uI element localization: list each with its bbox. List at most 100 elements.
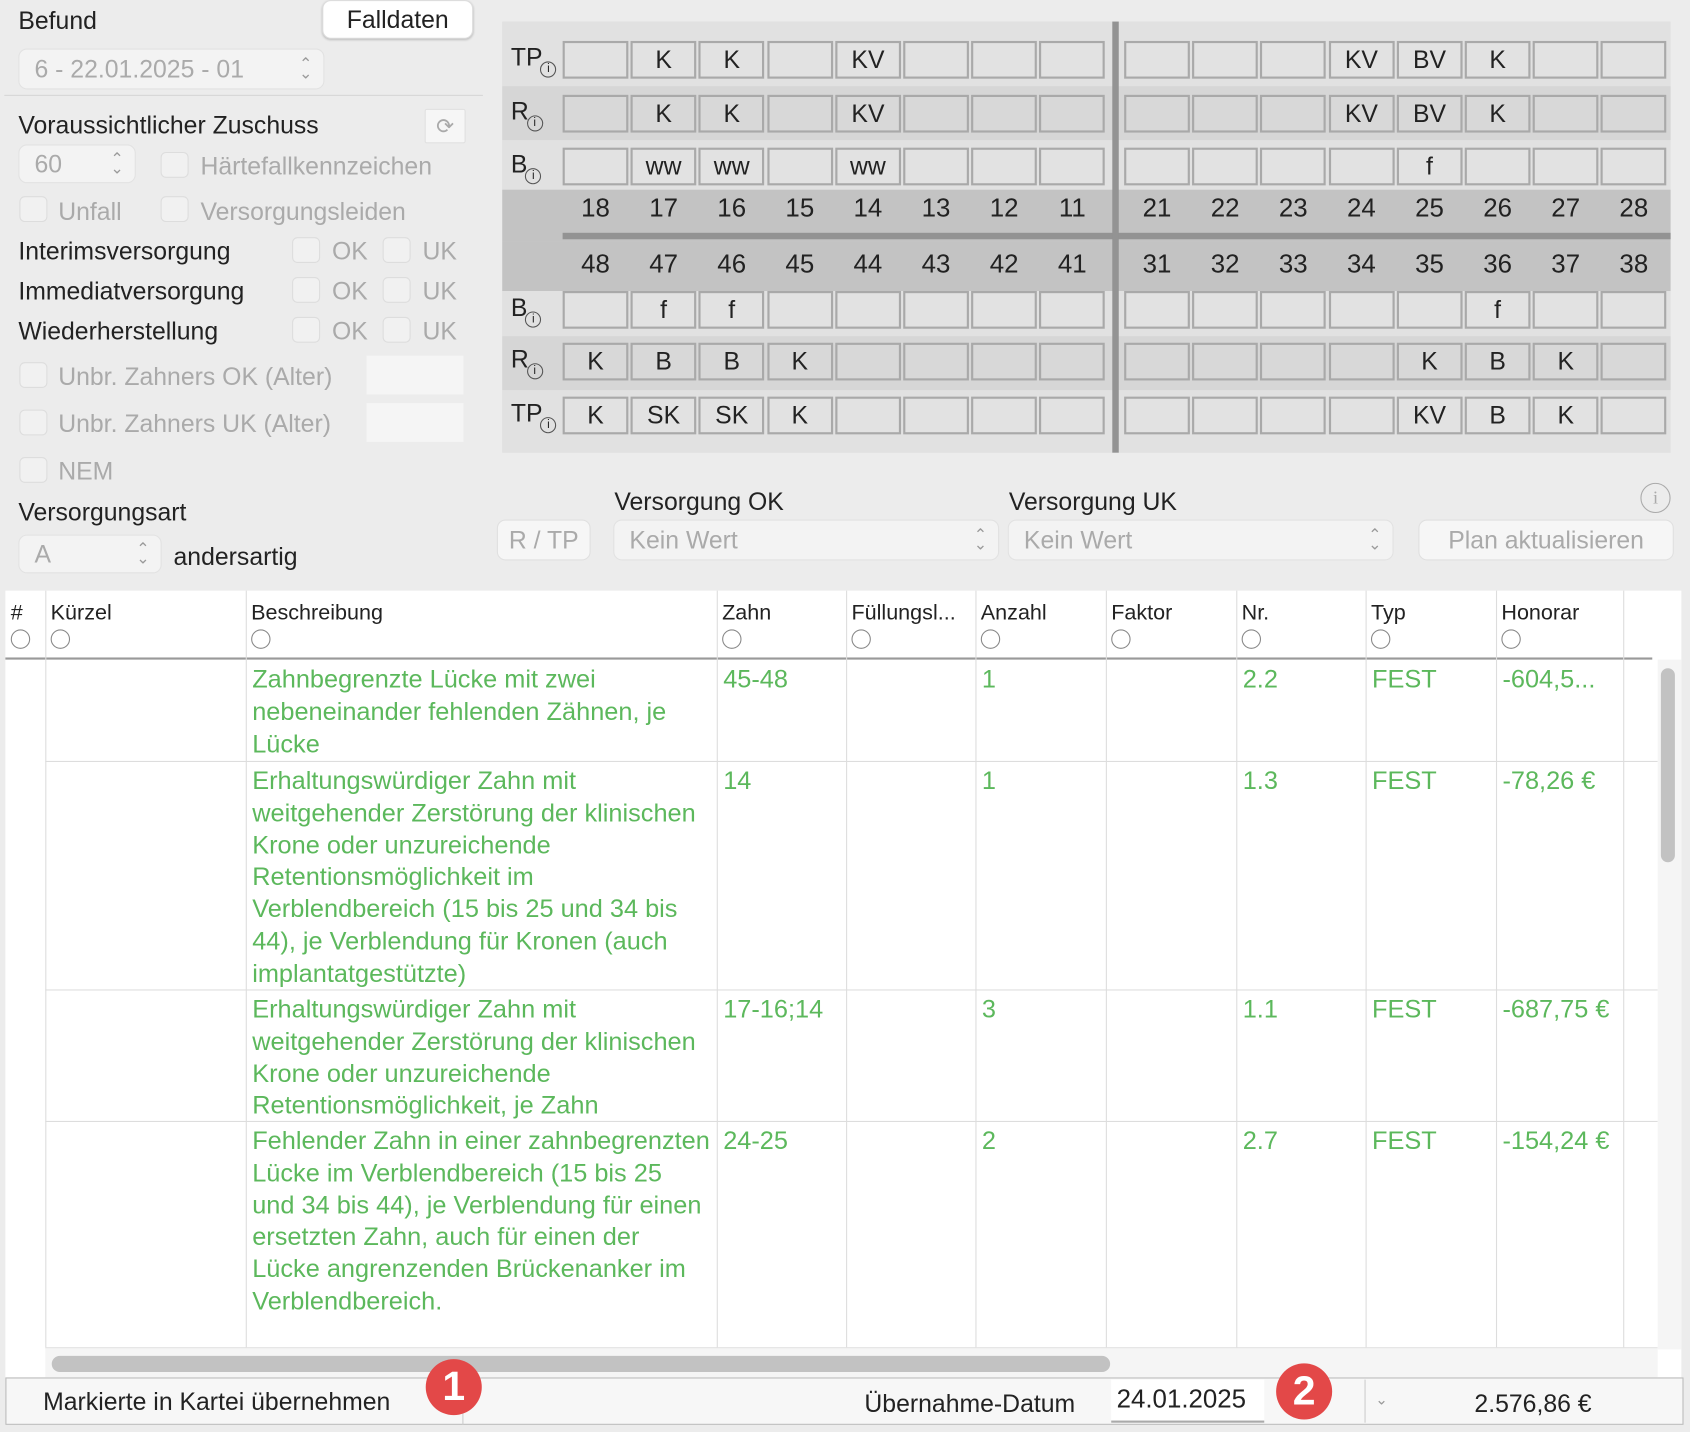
tooth-cell[interactable] [1260, 94, 1327, 133]
unfall-checkbox[interactable] [19, 196, 48, 223]
tooth-cell[interactable]: f [1396, 147, 1463, 186]
tooth-cell[interactable] [971, 291, 1038, 329]
tooth-cell[interactable]: ww [835, 147, 901, 186]
tooth-cell[interactable] [1464, 147, 1531, 186]
tooth-cell[interactable]: f [698, 291, 765, 329]
tooth-cell[interactable]: f [1464, 291, 1531, 329]
datum-input[interactable]: 24.01.2025 [1111, 1379, 1265, 1423]
tooth-cell[interactable] [1260, 342, 1327, 381]
versorgung-ok-select[interactable]: Kein Wert ⌃ ⌄ [613, 519, 1000, 561]
column-radio[interactable] [980, 629, 1001, 649]
info-icon[interactable]: i [540, 61, 557, 78]
tooth-cell[interactable]: B [630, 342, 697, 381]
tooth-cell[interactable] [766, 94, 833, 133]
tooth-cell[interactable]: K [1396, 342, 1463, 381]
tooth-cell[interactable] [1600, 147, 1667, 186]
tooth-cell[interactable] [1192, 40, 1258, 79]
column-radio[interactable] [50, 629, 71, 649]
interims-uk-checkbox[interactable] [382, 237, 411, 263]
info-icon[interactable]: i [526, 115, 543, 132]
tooth-cell[interactable] [1192, 94, 1258, 133]
tooth-cell[interactable] [562, 291, 629, 329]
zuschuss-stepper[interactable]: 60 ⌃ ⌄ [18, 144, 136, 184]
plan-aktualisieren-button[interactable]: Plan aktualisieren [1418, 519, 1674, 561]
tooth-cell[interactable] [1039, 94, 1106, 133]
tooth-cell[interactable] [1328, 291, 1395, 329]
tooth-cell[interactable]: K [766, 342, 833, 381]
column-radio[interactable] [851, 629, 871, 649]
tooth-cell[interactable]: ww [630, 147, 697, 186]
refresh-icon[interactable]: ⟳ [424, 108, 466, 144]
column-radio[interactable] [1111, 629, 1131, 649]
tooth-cell[interactable] [1260, 291, 1327, 329]
uebernehmen-button[interactable]: Markierte in Kartei übernehmen [5, 1377, 464, 1425]
column-radio[interactable] [1241, 629, 1262, 649]
column-radio[interactable] [722, 629, 742, 649]
tooth-cell[interactable] [1192, 147, 1258, 186]
column-header-2[interactable]: Beschreibung [251, 601, 383, 626]
tooth-cell[interactable]: BV [1396, 40, 1463, 79]
tooth-cell[interactable] [971, 342, 1038, 381]
tooth-cell[interactable] [1600, 291, 1667, 329]
column-header-8[interactable]: Typ [1371, 601, 1406, 626]
tooth-cell[interactable]: B [698, 342, 765, 381]
tooth-cell[interactable]: KV [1328, 40, 1395, 79]
tooth-cell[interactable] [1396, 291, 1463, 329]
tooth-cell[interactable]: SK [698, 396, 765, 435]
column-radio[interactable] [251, 629, 271, 649]
column-radio[interactable] [1370, 629, 1391, 649]
tooth-cell[interactable] [1124, 94, 1190, 133]
tooth-cell[interactable]: KV [1328, 94, 1395, 133]
column-header-1[interactable]: Kürzel [51, 601, 112, 626]
falldaten-button[interactable]: Falldaten [322, 0, 474, 39]
column-header-5[interactable]: Anzahl [981, 601, 1047, 626]
tooth-cell[interactable] [1600, 342, 1667, 381]
tooth-cell[interactable] [903, 147, 969, 186]
tooth-cell[interactable] [1260, 40, 1327, 79]
info-icon[interactable]: i [525, 311, 542, 328]
tooth-cell[interactable] [562, 94, 629, 133]
wiederherstellung-uk-checkbox[interactable] [382, 316, 411, 343]
unbr-ok-input[interactable] [366, 355, 464, 395]
tooth-cell[interactable] [1600, 40, 1667, 79]
tooth-cell[interactable]: K [698, 40, 765, 79]
tooth-cell[interactable] [971, 396, 1038, 435]
tooth-cell[interactable] [1124, 396, 1190, 435]
tooth-cell[interactable]: B [1464, 342, 1531, 381]
tooth-cell[interactable] [1260, 147, 1327, 186]
nem-checkbox[interactable] [19, 456, 48, 483]
tooth-cell[interactable] [1124, 147, 1190, 186]
column-radio[interactable] [10, 629, 31, 649]
column-header-9[interactable]: Honorar [1501, 601, 1579, 626]
haertefall-checkbox[interactable] [160, 151, 189, 178]
tooth-cell[interactable] [1124, 342, 1190, 381]
tooth-cell[interactable]: KV [835, 40, 901, 79]
column-radio[interactable] [1501, 629, 1521, 649]
chevron-down-icon[interactable]: ⌄ [1375, 1390, 1388, 1408]
tooth-cell[interactable] [1532, 147, 1599, 186]
column-header-0[interactable]: # [11, 601, 23, 626]
versorgung-uk-select[interactable]: Kein Wert ⌃ ⌄ [1007, 519, 1394, 561]
immediat-uk-checkbox[interactable] [382, 276, 411, 303]
tooth-cell[interactable] [971, 147, 1038, 186]
tooth-cell[interactable] [1532, 291, 1599, 329]
tooth-cell[interactable]: K [630, 94, 697, 133]
info-icon[interactable]: i [526, 363, 543, 380]
wiederherstellung-ok-checkbox[interactable] [292, 316, 321, 343]
tooth-cell[interactable] [1328, 342, 1395, 381]
tooth-cell[interactable] [835, 396, 901, 435]
tooth-cell[interactable] [1328, 396, 1395, 435]
tooth-cell[interactable] [562, 147, 629, 186]
tooth-cell[interactable]: BV [1396, 94, 1463, 133]
tooth-cell[interactable] [1039, 147, 1106, 186]
tooth-cell[interactable] [1039, 291, 1106, 329]
tooth-cell[interactable] [971, 40, 1038, 79]
tooth-cell[interactable] [835, 291, 901, 329]
immediat-ok-checkbox[interactable] [292, 276, 321, 303]
tooth-cell[interactable]: B [1464, 396, 1531, 435]
tooth-cell[interactable] [1600, 396, 1667, 435]
tooth-cell[interactable]: K [562, 342, 629, 381]
tooth-cell[interactable] [766, 291, 833, 329]
tooth-cell[interactable] [1039, 342, 1106, 381]
tooth-cell[interactable]: K [630, 40, 697, 79]
